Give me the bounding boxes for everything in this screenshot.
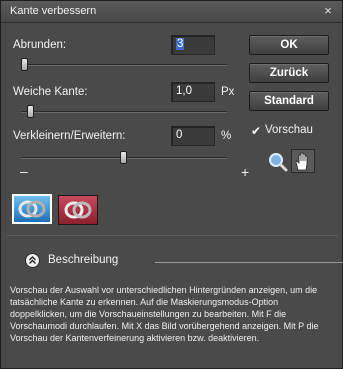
standard-button[interactable]: Standard: [249, 91, 329, 111]
weiche-kante-value: 1,0: [176, 85, 192, 97]
rings-icon: [64, 201, 92, 219]
verkleinern-label: Verkleinern/Erweitern:: [13, 130, 126, 142]
abrunden-slider-track[interactable]: [21, 64, 227, 66]
vorschau-label: Vorschau: [265, 124, 313, 136]
title-bar[interactable]: Kante verbessern ×: [1, 1, 342, 23]
abrunden-input[interactable]: 3: [171, 35, 215, 55]
weiche-kante-slider-thumb[interactable]: [27, 105, 34, 118]
description-divider: [155, 262, 343, 263]
description-heading: Beschreibung: [48, 254, 119, 266]
abrunden-slider-thumb[interactable]: [21, 58, 28, 71]
slider-minus-label: –: [20, 163, 28, 179]
abrunden-label: Abrunden:: [13, 39, 67, 51]
abrunden-value: 3: [176, 38, 185, 50]
collapse-icon[interactable]: [25, 253, 40, 268]
refine-edge-dialog: Kante verbessern × Abrunden: 3 Weiche Ka…: [0, 0, 343, 369]
rings-icon: [18, 200, 46, 218]
verkleinern-value: 0: [176, 129, 183, 141]
verkleinern-unit: %: [221, 130, 232, 142]
zurueck-button[interactable]: Zurück: [249, 63, 329, 83]
ok-button[interactable]: OK: [249, 35, 329, 55]
verkleinern-input[interactable]: 0: [171, 126, 215, 146]
dialog-title: Kante verbessern: [10, 5, 97, 17]
preview-mode-red-button[interactable]: [58, 195, 98, 225]
hand-icon[interactable]: [291, 149, 315, 173]
slider-plus-label: +: [241, 164, 250, 180]
weiche-kante-slider-track[interactable]: [21, 111, 227, 113]
zoom-icon[interactable]: [267, 151, 289, 173]
preview-mode-blue-button[interactable]: [12, 194, 52, 224]
verkleinern-slider-thumb[interactable]: [120, 151, 127, 164]
vorschau-checkbox[interactable]: ✔: [251, 124, 261, 138]
weiche-kante-input[interactable]: 1,0: [171, 82, 215, 102]
close-icon[interactable]: ×: [321, 4, 335, 18]
divider: [7, 235, 338, 236]
weiche-kante-label: Weiche Kante:: [13, 86, 88, 98]
description-text: Vorschau der Auswahl vor unterschiedlich…: [10, 285, 319, 343]
weiche-kante-unit: Px: [221, 86, 235, 98]
